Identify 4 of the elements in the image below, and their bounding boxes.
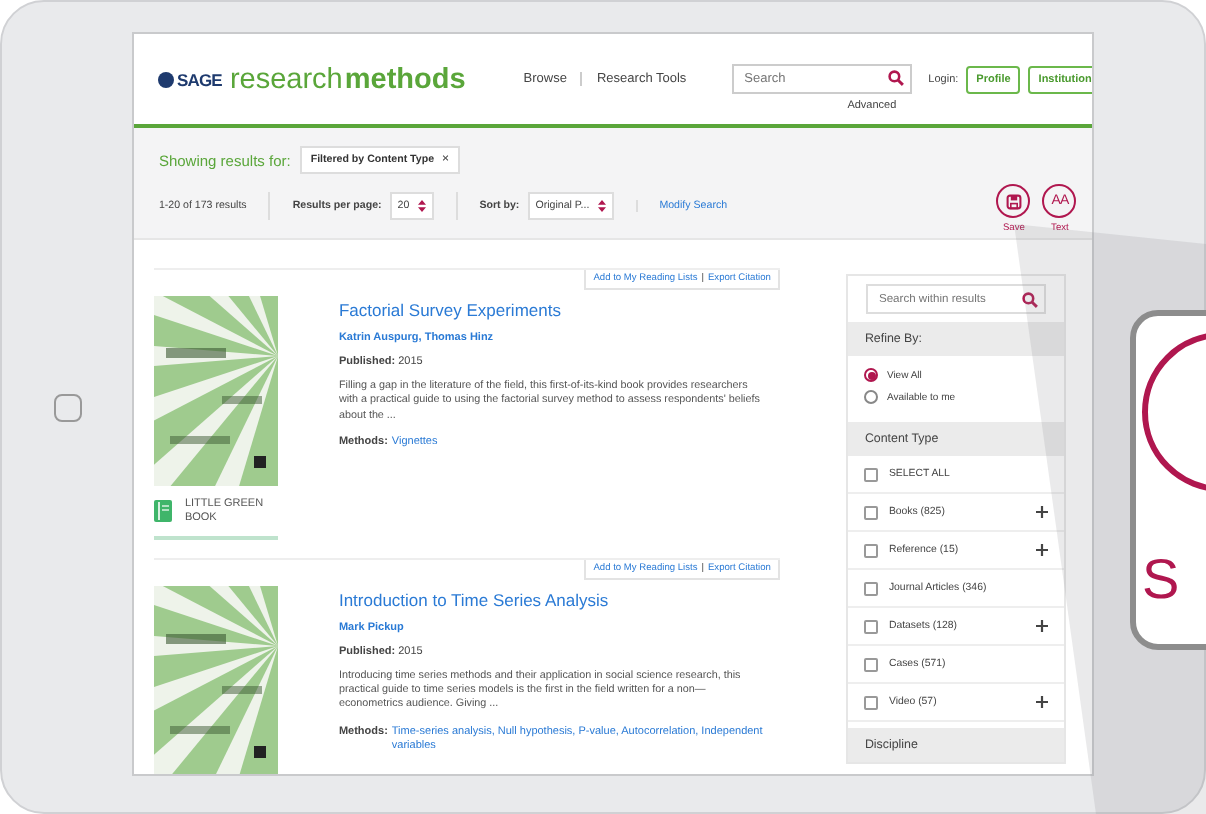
site-logo[interactable]: SAGE researchmethods — [158, 63, 466, 95]
result-title-link[interactable]: Factorial Survey Experiments — [338, 300, 763, 320]
result-title-link[interactable]: Introduction to Time Series Analysis — [338, 589, 763, 610]
magnified-letter: S — [1142, 552, 1180, 608]
